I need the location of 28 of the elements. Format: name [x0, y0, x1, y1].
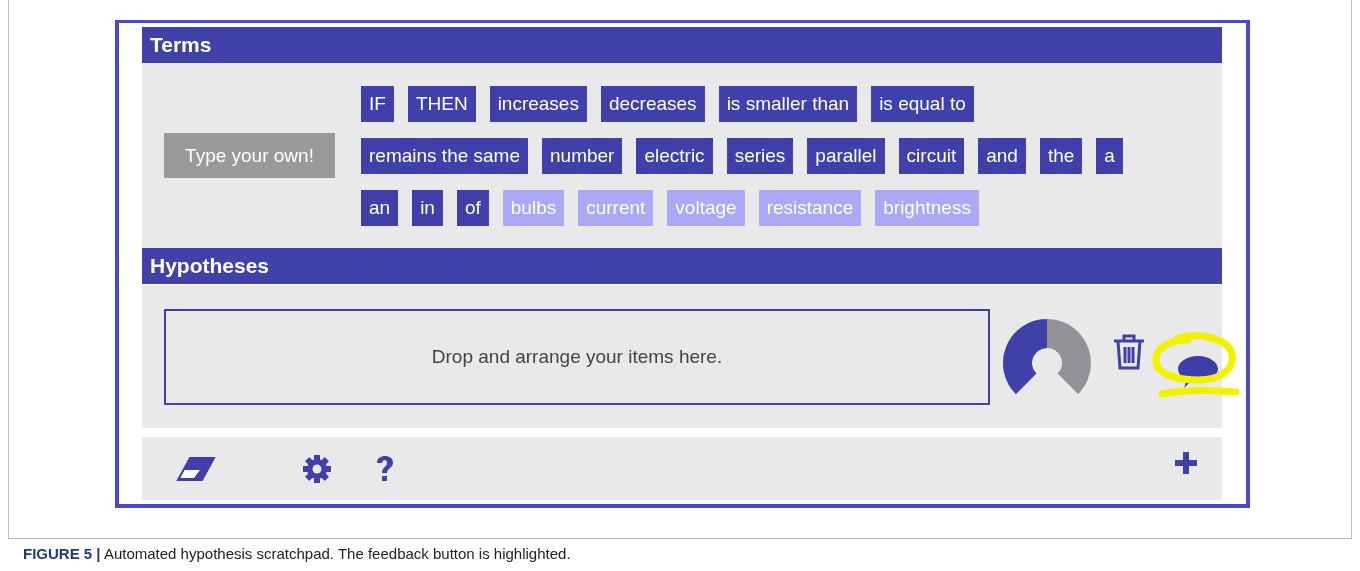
term-chip[interactable]: IF	[361, 85, 394, 122]
term-chip[interactable]: circuit	[898, 137, 965, 174]
term-chip[interactable]: THEN	[407, 85, 476, 122]
term-chip[interactable]: increases	[489, 85, 587, 122]
settings-icon[interactable]	[302, 453, 332, 484]
term-chip[interactable]: electric	[636, 137, 713, 174]
term-chip[interactable]: remains the same	[361, 137, 528, 174]
speech-bubble-icon[interactable]	[1176, 353, 1220, 390]
help-icon[interactable]	[374, 453, 396, 484]
term-chip[interactable]: parallel	[807, 137, 885, 174]
term-chip[interactable]: the	[1039, 137, 1083, 174]
eraser-icon[interactable]	[176, 455, 216, 482]
term-chip[interactable]: is smaller than	[718, 85, 858, 122]
term-chip[interactable]: of	[456, 189, 489, 226]
hypothesis-drop-field[interactable]: Drop and arrange your items here.	[164, 308, 990, 405]
term-chip[interactable]: and	[978, 137, 1026, 174]
trash-icon[interactable]	[1112, 332, 1146, 371]
term-chip[interactable]: a	[1096, 137, 1123, 174]
figure-caption: FIGURE 5 | Automated hypothesis scratchpad. The feedback button is highlighted.	[23, 545, 572, 563]
term-chip[interactable]: is equal to	[871, 85, 974, 122]
section-header: Hypotheses	[142, 248, 1222, 284]
term-chip[interactable]: an	[361, 189, 399, 226]
term-chip[interactable]: in	[412, 189, 443, 226]
term-chip[interactable]: number	[542, 137, 623, 174]
term-chip[interactable]: series	[726, 137, 794, 174]
section-header: Terms	[142, 27, 1222, 63]
term-chip[interactable]: decreases	[600, 85, 705, 122]
add-icon[interactable]	[1174, 450, 1198, 475]
